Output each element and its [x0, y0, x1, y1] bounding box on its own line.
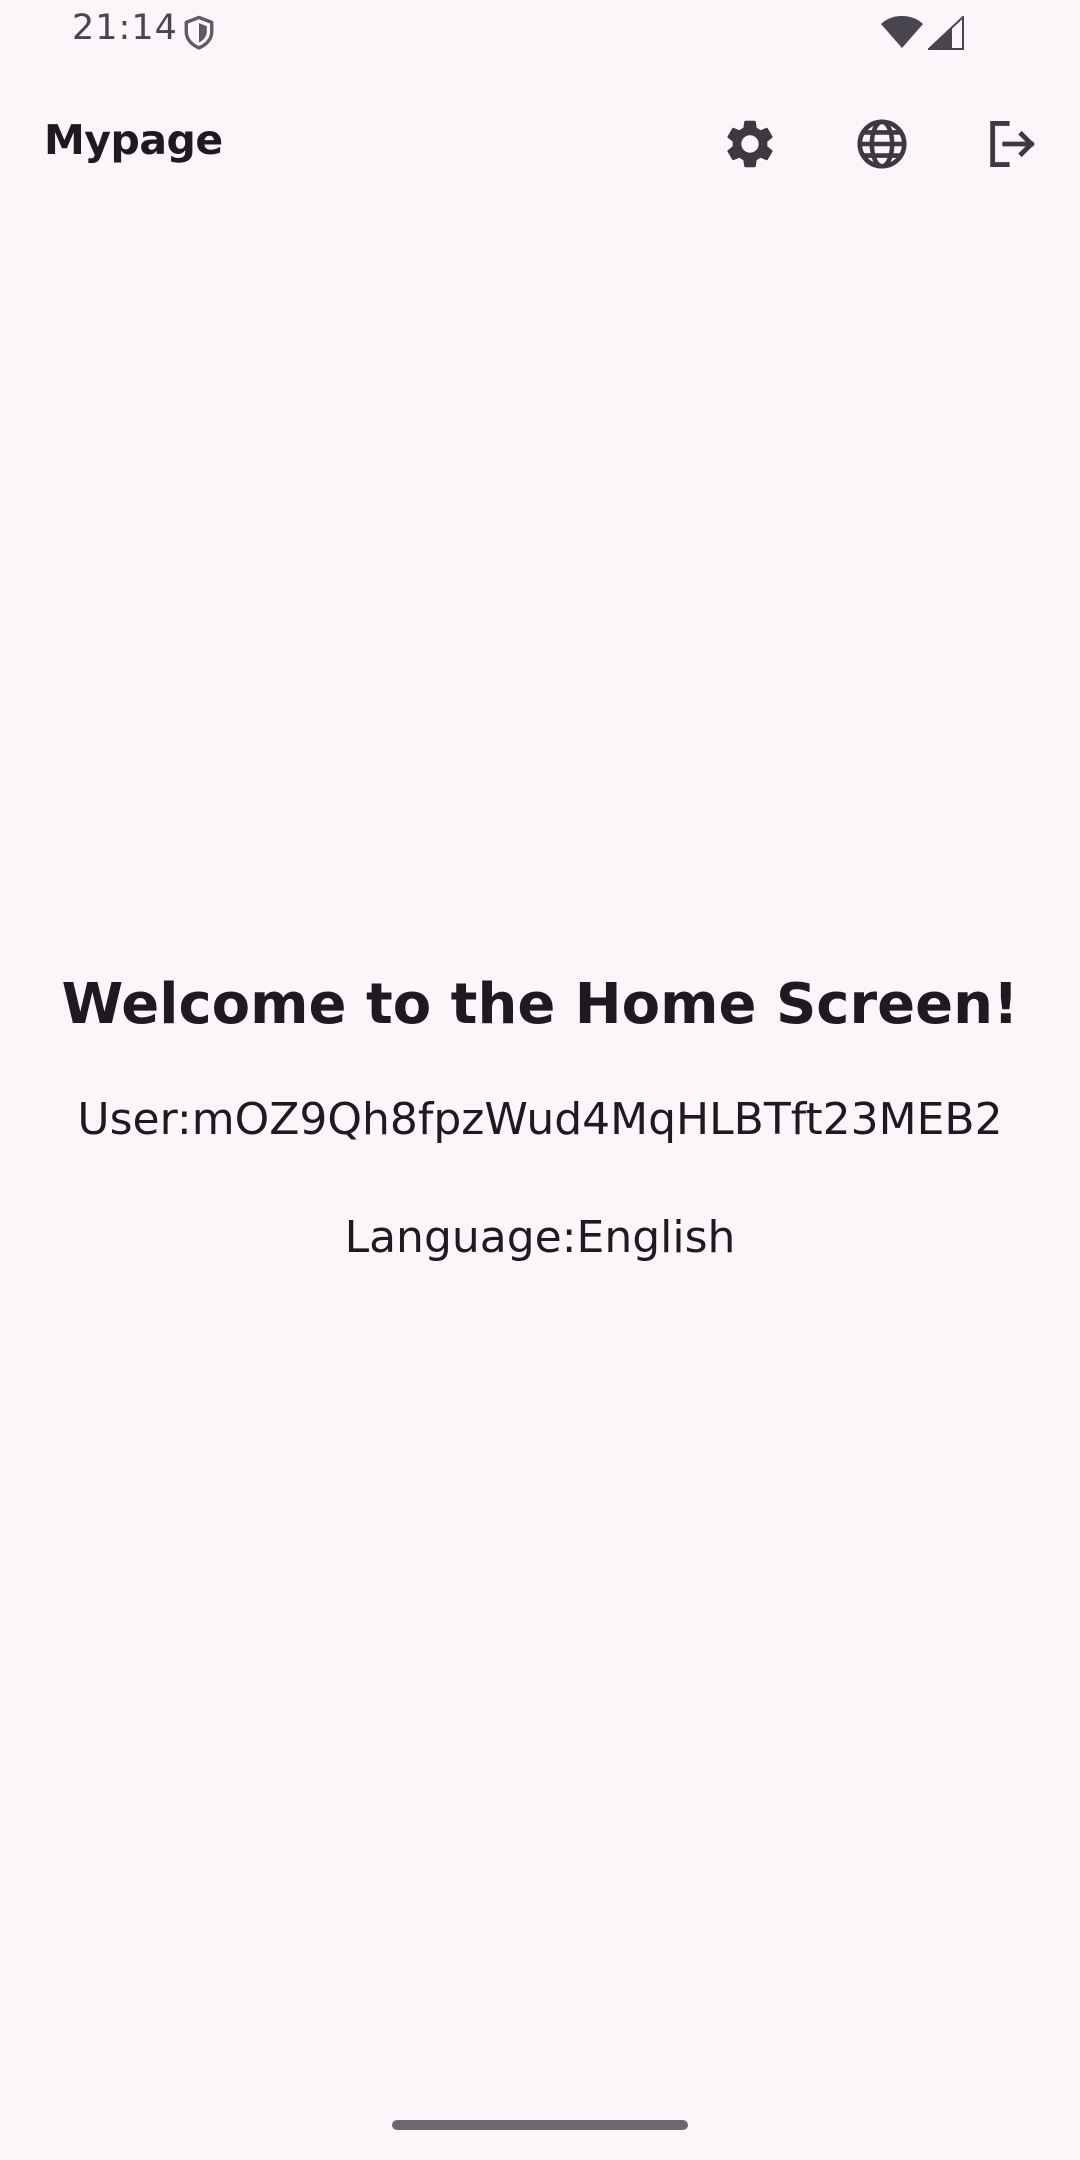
wifi-icon	[881, 16, 923, 48]
shield-icon	[184, 15, 214, 50]
language-button[interactable]	[846, 108, 918, 180]
settings-button[interactable]	[714, 108, 786, 180]
page-title: Mypage	[44, 116, 223, 164]
gesture-navigation-handle[interactable]	[392, 2120, 688, 2130]
top-app-bar: Mypage	[0, 88, 1080, 200]
status-bar: 21:14	[0, 0, 1080, 64]
user-id-text: User:mOZ9Qh8fpzWud4MqHLBTft23MEB2	[77, 1094, 1003, 1145]
language-text: Language:English	[344, 1212, 736, 1263]
globe-icon	[857, 119, 907, 169]
main-content: Welcome to the Home Screen! User:mOZ9Qh8…	[0, 950, 1080, 1278]
logout-icon	[990, 121, 1035, 167]
logout-button[interactable]	[976, 108, 1048, 180]
home-screen: 21:14 Mypage Welcome to the Home Screen!…	[0, 0, 1080, 2160]
gear-icon	[727, 120, 773, 168]
status-time: 21:14	[72, 8, 178, 48]
welcome-heading: Welcome to the Home Screen!	[61, 972, 1019, 1037]
cellular-signal-icon	[928, 16, 964, 50]
